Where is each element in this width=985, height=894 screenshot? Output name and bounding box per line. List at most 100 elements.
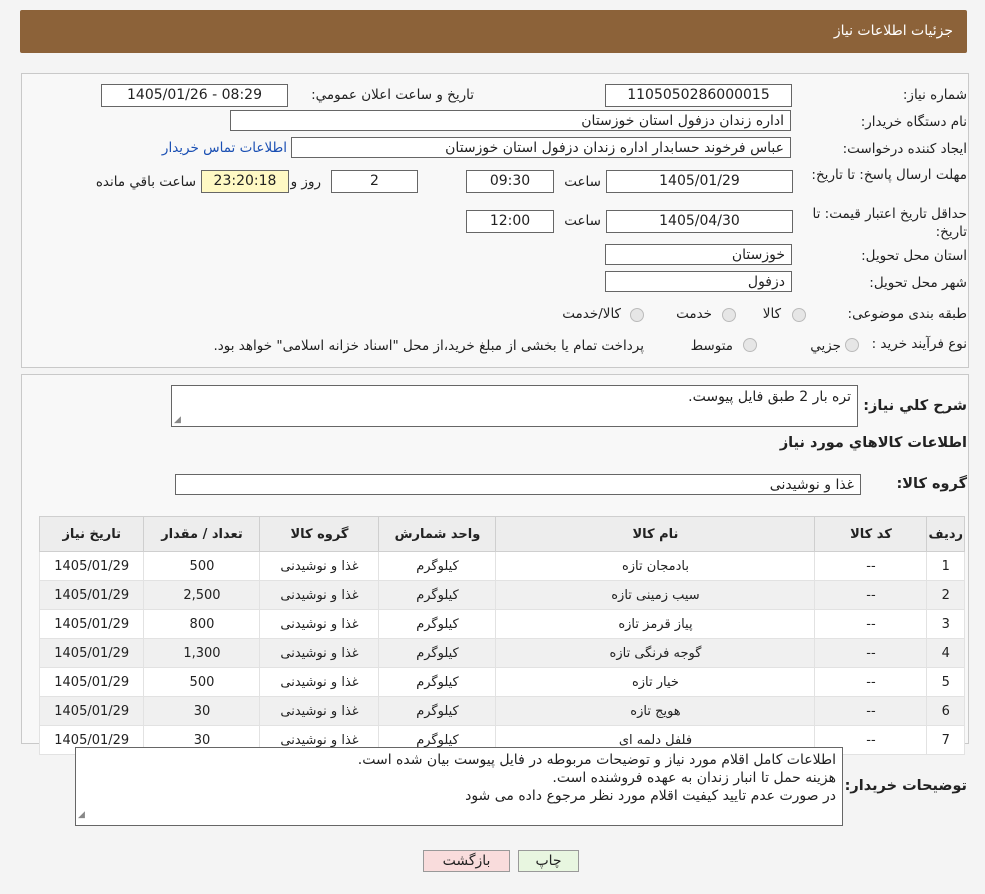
validity-label: حداقل تاريخ اعتبار قيمت: تا تاریخ:	[812, 206, 967, 240]
cell-unit: کیلوگرم	[378, 551, 497, 581]
cell-code: --	[814, 638, 928, 668]
announce-field: 1405/01/26 - 08:29	[101, 84, 288, 107]
goods-table-body: 1 -- بادمجان تازه کیلوگرم غذا و نوشیدنی 500 14…	[38, 551, 965, 755]
table-row: 2 -- سیب زمینی تازه کیلوگرم غذا و نوشیدنی 2,5…	[38, 580, 965, 610]
category-service-radio[interactable]	[722, 308, 736, 322]
category-both-label: کالا/خدمت	[562, 306, 621, 322]
days-label: روز و	[290, 174, 321, 190]
remaining-time-field: 23:20:18	[201, 170, 289, 193]
buyer-notes-textarea[interactable]: اطلاعات کامل اقلام مورد نیاز و توضیحات م…	[75, 747, 843, 826]
col-group: گروه کالا	[259, 516, 380, 552]
city-field: دزفول	[605, 271, 792, 292]
buyer-org-field: اداره زندان دزفول استان خوزستان	[230, 110, 791, 131]
cell-need-date: 1405/01/29	[38, 551, 145, 581]
cell-group: غذا و نوشیدنی	[259, 696, 380, 726]
cell-name: بادمجان تازه	[495, 551, 816, 581]
cell-code: --	[814, 551, 928, 581]
cell-group: غذا و نوشیدنی	[259, 580, 380, 610]
process-small-label: جزيي	[810, 338, 841, 354]
category-goods-label: کالا	[762, 306, 781, 322]
cell-name: سیب زمینی تازه	[495, 580, 816, 610]
announce-label: تاریخ و ساعت اعلان عمومي:	[311, 87, 474, 103]
goods-group-label: گروه کالا:	[896, 476, 967, 492]
deadline-label: مهلت ارسال پاسخ: تا تاریخ:	[811, 167, 967, 183]
summary-text: تره بار 2 طبق فایل پیوست.	[688, 389, 851, 405]
category-label: طبقه بندی موضوعی:	[847, 306, 967, 322]
category-both-radio[interactable]	[630, 308, 644, 322]
table-row: 3 -- پیاز قرمز تازه کیلوگرم غذا و نوشیدنی 800…	[38, 609, 965, 639]
summary-textarea[interactable]: تره بار 2 طبق فایل پیوست. ◢	[171, 385, 858, 427]
cell-row: 2	[926, 580, 965, 610]
cell-name: هویج تازه	[495, 696, 816, 726]
cell-need-date: 1405/01/29	[38, 696, 145, 726]
table-row: 4 -- گوجه فرنگی تازه کیلوگرم غذا و نوشیدنی 1,…	[38, 638, 965, 668]
cell-row: 4	[926, 638, 965, 668]
province-label: استان محل تحويل:	[861, 248, 967, 264]
days-field: 2	[331, 170, 418, 193]
cell-row: 1	[926, 551, 965, 581]
cell-row: 6	[926, 696, 965, 726]
buyer-contact-link[interactable]: اطلاعات تماس خريدار	[162, 140, 287, 156]
print-button[interactable]: چاپ	[518, 850, 579, 872]
cell-quantity: 30	[143, 696, 261, 726]
cell-code: --	[814, 580, 928, 610]
validity-date-field: 1405/04/30	[606, 210, 793, 233]
cell-group: غذا و نوشیدنی	[259, 609, 380, 639]
cell-unit: کیلوگرم	[378, 580, 497, 610]
cell-group: غذا و نوشیدنی	[259, 551, 380, 581]
goods-group-field: غذا و نوشیدنی	[175, 474, 861, 495]
cell-quantity: 500	[143, 667, 261, 697]
province-field: خوزستان	[605, 244, 792, 265]
validity-time-field: 12:00	[466, 210, 554, 233]
validity-time-label: ساعت	[564, 213, 601, 229]
col-need-date: تاريخ نياز	[38, 516, 145, 552]
cell-code: --	[814, 609, 928, 639]
deadline-time-field: 09:30	[466, 170, 554, 193]
cell-row: 3	[926, 609, 965, 639]
cell-unit: کیلوگرم	[378, 667, 497, 697]
cell-name: خیار تازه	[495, 667, 816, 697]
page-header: جزئیات اطلاعات نیاز	[20, 10, 967, 53]
buyer-notes-line: در صورت عدم تایید کیفیت اقلام مورد نظر م…	[465, 788, 836, 804]
resize-grip-icon[interactable]: ◢	[174, 415, 181, 425]
cell-need-date: 1405/01/29	[38, 667, 145, 697]
cell-code: --	[814, 696, 928, 726]
need-number-label: شماره نیاز:	[902, 87, 967, 103]
creator-label: ايجاد کننده درخواست:	[842, 141, 967, 157]
col-code: کد کالا	[814, 516, 928, 552]
goods-info-title: اطلاعات کالاهاي مورد نياز	[779, 435, 967, 451]
back-button[interactable]: بازگشت	[423, 850, 510, 872]
buyer-org-label: نام دستگاه خريدار:	[860, 114, 967, 130]
col-quantity: تعداد / مقدار	[143, 516, 261, 552]
process-note: پرداخت تمام يا بخشی از مبلغ خريد،از محل …	[213, 338, 644, 354]
cell-need-date: 1405/01/29	[38, 638, 145, 668]
cell-group: غذا و نوشیدنی	[259, 667, 380, 697]
cell-quantity: 2,500	[143, 580, 261, 610]
table-row: 5 -- خیار تازه کیلوگرم غذا و نوشیدنی 500 1405/…	[38, 667, 965, 697]
cell-need-date: 1405/01/29	[38, 580, 145, 610]
goods-table: رديف کد کالا نام کالا واحد شمارش گروه کا…	[38, 516, 965, 755]
goods-table-header: رديف کد کالا نام کالا واحد شمارش گروه کا…	[38, 516, 965, 552]
cell-unit: کیلوگرم	[378, 696, 497, 726]
process-medium-radio[interactable]	[743, 338, 757, 352]
cell-name: گوجه فرنگی تازه	[495, 638, 816, 668]
page-title: جزئیات اطلاعات نیاز	[833, 23, 953, 39]
resize-grip-icon[interactable]: ◢	[78, 806, 85, 824]
table-row: 1 -- بادمجان تازه کیلوگرم غذا و نوشیدنی 500 14…	[38, 551, 965, 581]
buyer-notes-line: اطلاعات کامل اقلام مورد نیاز و توضیحات م…	[357, 752, 836, 768]
buyer-notes-label: توضيحات خريدار:	[844, 778, 967, 794]
col-name: نام کالا	[495, 516, 816, 552]
cell-row: 7	[926, 725, 965, 755]
cell-name: پیاز قرمز تازه	[495, 609, 816, 639]
cell-quantity: 500	[143, 551, 261, 581]
need-number-field: 1105050286000015	[605, 84, 792, 107]
col-unit: واحد شمارش	[378, 516, 497, 552]
summary-label: شرح کلي نياز:	[863, 398, 967, 414]
process-small-radio[interactable]	[845, 338, 859, 352]
category-goods-radio[interactable]	[792, 308, 806, 322]
city-label: شهر محل تحويل:	[869, 275, 967, 291]
process-label: نوع فرآيند خريد :	[871, 336, 967, 352]
deadline-time-label: ساعت	[564, 174, 601, 190]
cell-group: غذا و نوشیدنی	[259, 638, 380, 668]
cell-quantity: 800	[143, 609, 261, 639]
